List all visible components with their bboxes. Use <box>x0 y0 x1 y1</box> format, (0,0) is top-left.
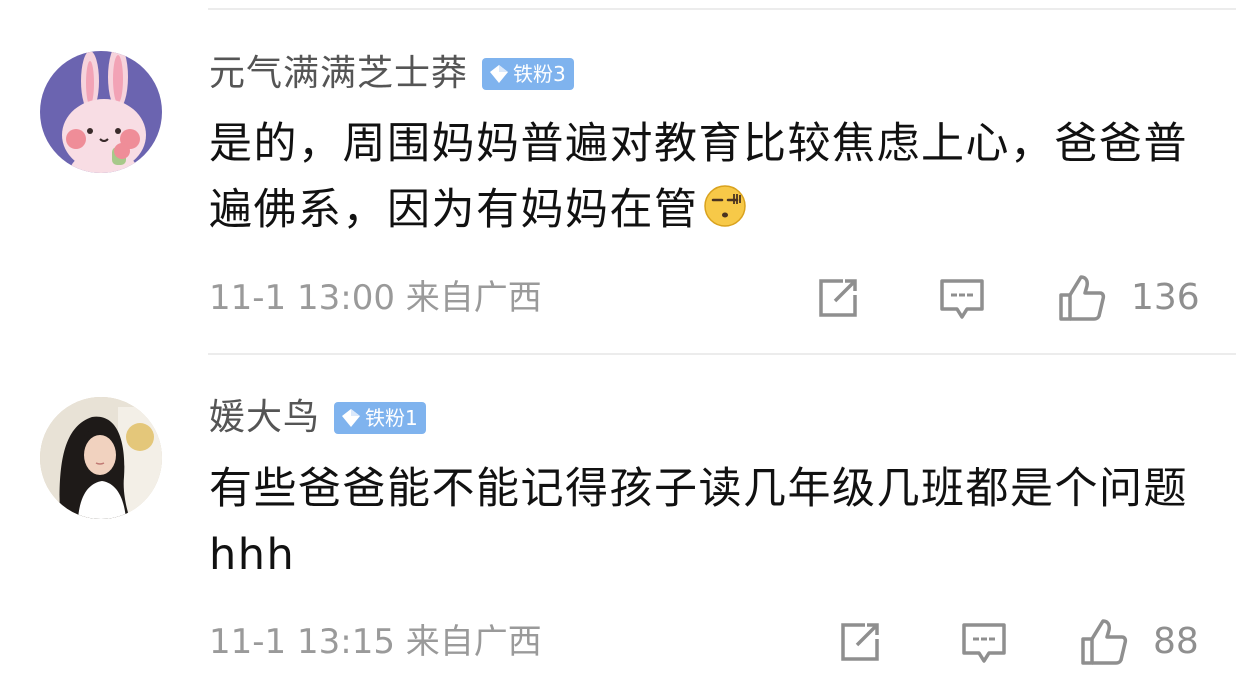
comment-text-block: 是的，周围妈妈普遍对教育比较焦虑上心，爸爸普遍佛系，因为有妈妈在管 <box>209 111 1209 243</box>
diamond-icon <box>490 65 509 83</box>
like-button[interactable] <box>1057 273 1107 323</box>
top-divider <box>208 8 1236 10</box>
comment-time: 11-1 13:15 <box>209 622 395 662</box>
username[interactable]: 元气满满芝士莽 <box>209 52 468 96</box>
share-icon <box>841 623 879 661</box>
share-button[interactable] <box>813 273 863 323</box>
fan-badge[interactable]: 铁粉3 <box>482 58 574 90</box>
comment-icon <box>940 279 984 319</box>
reply-button[interactable] <box>937 273 987 323</box>
comment-text: 是的，周围妈妈普遍对教育比较焦虑上心，爸爸普遍佛系，因为有妈妈在管 <box>209 119 1188 235</box>
share-button[interactable] <box>835 617 885 667</box>
username[interactable]: 媛大鸟 <box>209 396 320 440</box>
comment-icon <box>962 623 1006 663</box>
like-count: 88 <box>1153 621 1199 662</box>
thumbs-up-icon <box>1059 275 1106 321</box>
comment-location: 来自广西 <box>405 278 542 318</box>
reply-button[interactable] <box>959 617 1009 667</box>
girl-photo-avatar-icon <box>40 397 162 519</box>
avatar[interactable] <box>40 51 162 173</box>
comment-meta: 11-1 13:00 来自广西 <box>209 268 542 328</box>
bunny-avatar-icon <box>40 51 162 173</box>
share-icon <box>819 279 857 317</box>
comment-location: 来自广西 <box>405 622 542 662</box>
smirk-face-emoji-icon <box>703 185 746 227</box>
comment-text-block: 有些爸爸能不能记得孩子读几年级几班都是个问题hhh <box>209 456 1209 588</box>
thumbs-up-icon <box>1081 619 1128 665</box>
comment-text: 有些爸爸能不能记得孩子读几年级几班都是个问题hhh <box>209 464 1188 580</box>
badge-label: 铁粉1 <box>365 406 418 430</box>
fan-badge[interactable]: 铁粉1 <box>334 402 426 434</box>
comment-footer: 11-1 13:00 来自广西 136 <box>209 268 1200 328</box>
diamond-icon <box>342 409 361 427</box>
like-count: 136 <box>1131 277 1200 318</box>
comment-divider <box>208 353 1236 355</box>
comment-meta: 11-1 13:15 来自广西 <box>209 612 542 672</box>
comment-time: 11-1 13:00 <box>209 278 395 318</box>
avatar[interactable] <box>40 397 162 519</box>
like-button[interactable] <box>1079 617 1129 667</box>
comment-footer: 11-1 13:15 来自广西 88 <box>209 612 1199 672</box>
badge-label: 铁粉3 <box>513 62 566 86</box>
